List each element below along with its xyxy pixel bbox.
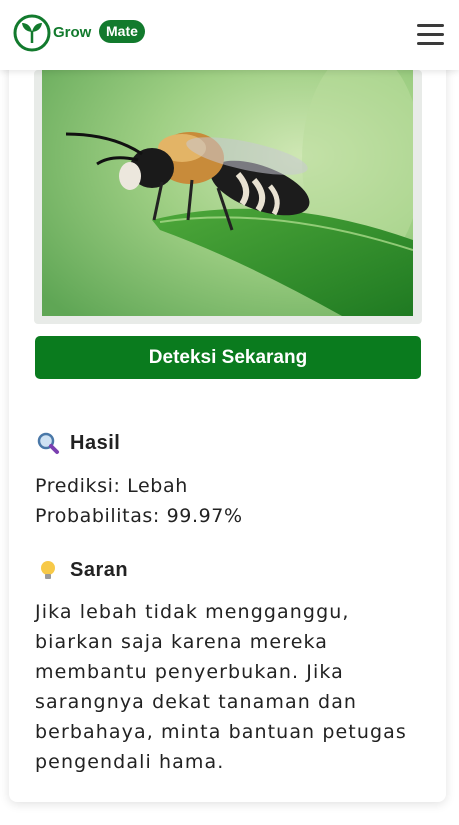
bee-photo [42,70,413,316]
sprout-logo-icon [13,14,51,52]
advice-title: Saran [70,558,129,581]
prediction-text: Prediksi: Lebah [35,475,188,497]
app-header: Grow Mate [0,0,459,70]
growmate-logo[interactable]: Grow Mate [12,13,145,53]
result-heading: Hasil [36,431,120,455]
advice-heading: Saran [36,558,128,582]
logo-pill-text: Mate [99,20,145,43]
probability-text: Probabilitas: 99.97% [35,505,243,527]
detect-now-button[interactable]: Deteksi Sekarang [35,336,421,379]
logo-text: Grow [53,24,92,41]
magnifier-icon [37,432,59,454]
hamburger-menu-icon[interactable] [414,20,446,48]
result-title: Hasil [70,431,121,454]
lightbulb-icon [41,561,55,579]
advice-text: Jika lebah tidak mengganggu, biarkan saj… [35,601,407,773]
